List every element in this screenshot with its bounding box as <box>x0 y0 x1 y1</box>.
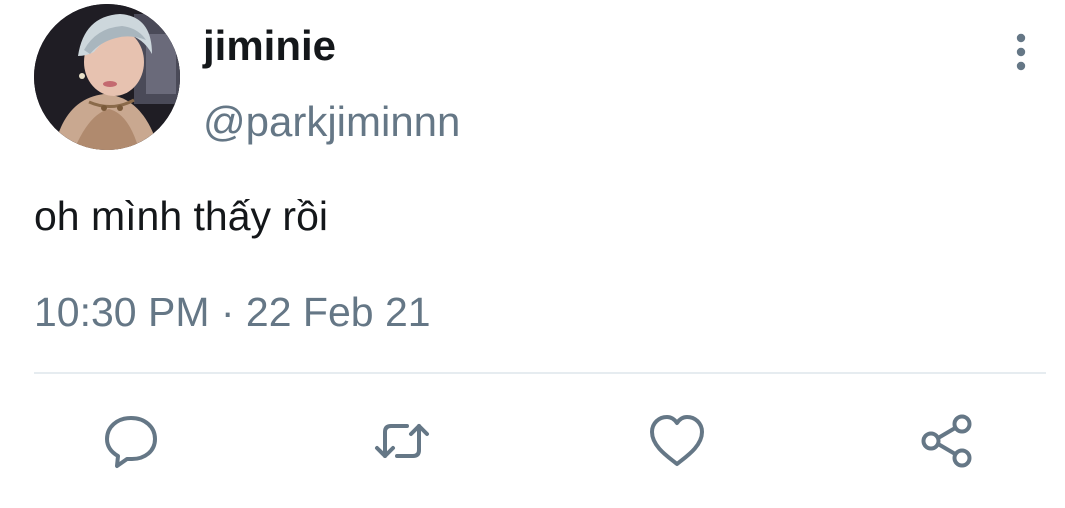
user-handle[interactable]: @parkjiminnn <box>203 96 460 148</box>
tweet-timestamp[interactable]: 10:30 PM · 22 Feb 21 <box>34 286 431 338</box>
avatar-image <box>34 4 180 150</box>
more-options-button[interactable] <box>1002 28 1040 76</box>
display-name[interactable]: jiminie <box>203 20 336 72</box>
reply-button[interactable] <box>100 410 162 472</box>
tweet-text: oh mình thấy rồi <box>34 193 328 239</box>
retweet-icon <box>375 424 429 458</box>
heart-icon <box>650 415 704 466</box>
divider <box>34 372 1046 374</box>
retweet-button[interactable] <box>371 410 433 472</box>
more-vertical-icon <box>1016 33 1026 71</box>
avatar[interactable] <box>34 4 180 150</box>
reply-bubble-icon <box>105 416 157 468</box>
share-icon <box>921 414 972 468</box>
like-button[interactable] <box>646 410 708 472</box>
share-button[interactable] <box>916 410 978 472</box>
